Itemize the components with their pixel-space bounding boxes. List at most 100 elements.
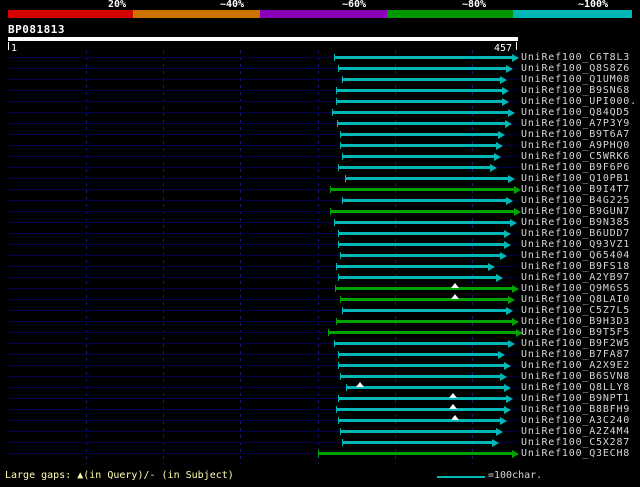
hit-span-bar[interactable] [338, 67, 506, 70]
hit-label[interactable]: UniRef100_B9FS18 [521, 261, 630, 272]
right-arrow-icon [505, 120, 512, 128]
hit-span-bar[interactable] [338, 232, 504, 235]
hit-label[interactable]: UniRef100_A2X9E2 [521, 360, 630, 371]
hit-span-bar[interactable] [338, 243, 504, 246]
alignment-row: UniRef100_Q8LLY8 [0, 382, 640, 393]
hit-span-bar[interactable] [336, 89, 502, 92]
hit-label[interactable]: UniRef100_C5X287 [521, 437, 630, 448]
alignment-row: UniRef100_Q65404 [0, 250, 640, 261]
hit-label[interactable]: UniRef100_A9PHQ0 [521, 140, 630, 151]
hit-span-bar[interactable] [342, 78, 500, 81]
hit-start-tick [342, 197, 343, 204]
hit-label[interactable]: UniRef100_B9GUN7 [521, 206, 630, 217]
hit-label[interactable]: UniRef100_B9F2W5 [521, 338, 630, 349]
hit-label[interactable]: UniRef100_B9H3D3 [521, 316, 630, 327]
hit-label[interactable]: UniRef100_Q10PB1 [521, 173, 630, 184]
hit-span-bar[interactable] [338, 353, 498, 356]
hit-span-bar[interactable] [338, 276, 496, 279]
hit-span-bar[interactable] [336, 408, 504, 411]
hit-label[interactable]: UniRef100_B9NPT1 [521, 393, 630, 404]
hit-span-bar[interactable] [338, 419, 500, 422]
alignment-row: UniRef100_A2Z4M4 [0, 426, 640, 437]
query-gap-triangle-icon [356, 382, 364, 387]
hit-label[interactable]: UniRef100_B9T5F5 [521, 327, 630, 338]
hit-label[interactable]: UniRef100_Q8LLY8 [521, 382, 630, 393]
hit-span-bar[interactable] [338, 166, 490, 169]
hit-span-bar[interactable] [340, 375, 500, 378]
hit-label[interactable]: UniRef100_B9T6A7 [521, 129, 630, 140]
key-label: ~40% [220, 0, 245, 10]
hit-start-tick [340, 252, 341, 259]
hit-label[interactable]: UniRef100_B9F6P6 [521, 162, 630, 173]
hit-label[interactable]: UniRef100_B4G225 [521, 195, 630, 206]
hit-label[interactable]: UniRef100_A7P3Y9 [521, 118, 630, 129]
hit-label[interactable]: UniRef100_B6UDD7 [521, 228, 630, 239]
hit-label[interactable]: UniRef100_Q8S8Z6 [521, 63, 630, 74]
hit-span-bar[interactable] [330, 188, 514, 191]
hit-label[interactable]: UniRef100_B9N385 [521, 217, 630, 228]
hit-span-bar[interactable] [337, 122, 505, 125]
right-arrow-icon [502, 87, 509, 95]
right-arrow-icon [514, 208, 521, 216]
hit-span-bar[interactable] [336, 265, 488, 268]
alignment-row: UniRef100_Q84QD5 [0, 107, 640, 118]
hit-span-bar[interactable] [336, 320, 512, 323]
hit-label[interactable]: UniRef100_A2YB97 [521, 272, 630, 283]
hit-span-bar[interactable] [334, 56, 512, 59]
alignment-row: UniRef100_A9PHQ0 [0, 140, 640, 151]
hit-span-bar[interactable] [328, 331, 516, 334]
hit-label[interactable]: UniRef100_Q84QD5 [521, 107, 630, 118]
hit-span-bar[interactable] [330, 210, 514, 213]
alignment-row: UniRef100_B4G225 [0, 195, 640, 206]
hit-span-bar[interactable] [334, 221, 510, 224]
hit-span-bar[interactable] [334, 342, 508, 345]
hit-label[interactable]: UniRef100_A2Z4M4 [521, 426, 630, 437]
hit-label[interactable]: UniRef100_Q3ECH8 [521, 448, 630, 459]
hit-label[interactable]: UniRef100_Q65404 [521, 250, 630, 261]
blast-alignment-overview: 20% ~40% ~60% ~80% ~100% BP081813 1 457 UniR… [0, 0, 640, 487]
hit-label[interactable]: UniRef100_Q93VZ1 [521, 239, 630, 250]
hit-span-bar[interactable] [342, 199, 506, 202]
hit-span-bar[interactable] [340, 430, 496, 433]
hit-start-tick [336, 98, 337, 105]
hit-span-bar[interactable] [318, 452, 512, 455]
hit-span-bar[interactable] [340, 144, 496, 147]
hit-label[interactable]: UniRef100_B7FA87 [521, 349, 630, 360]
hit-label[interactable]: UniRef100_Q8LAI0 [521, 294, 630, 305]
key-label: 20% [108, 0, 127, 10]
hit-label[interactable]: UniRef100_B6SVN8 [521, 371, 630, 382]
hit-span-bar[interactable] [338, 364, 504, 367]
right-arrow-icon [498, 351, 505, 359]
hit-span-bar[interactable] [342, 309, 506, 312]
hit-label[interactable]: UniRef100_Q1UM08 [521, 74, 630, 85]
hit-span-bar[interactable] [340, 254, 500, 257]
hit-label[interactable]: UniRef100_B9SN68 [521, 85, 630, 96]
hit-label[interactable]: UniRef100_A3C240 [521, 415, 630, 426]
hit-span-bar[interactable] [342, 441, 492, 444]
hit-label[interactable]: UniRef100_C5WRK6 [521, 151, 630, 162]
hit-span-bar[interactable] [340, 298, 508, 301]
alignment-row: UniRef100_C5Z7L5 [0, 305, 640, 316]
hit-span-bar[interactable] [335, 287, 512, 290]
hit-label[interactable]: UniRef100_Q9M6S5 [521, 283, 630, 294]
hit-span-bar[interactable] [336, 100, 502, 103]
hit-start-tick [338, 230, 339, 237]
hit-span-bar[interactable] [342, 155, 494, 158]
hit-start-tick [338, 395, 339, 402]
identity-80-segment [387, 10, 513, 18]
hit-label[interactable]: UniRef100_UPI000. [521, 96, 637, 107]
hit-span-bar[interactable] [345, 177, 508, 180]
hit-span-bar[interactable] [332, 111, 508, 114]
alignment-row: UniRef100_B8BFH9 [0, 404, 640, 415]
hit-span-bar[interactable] [346, 386, 504, 389]
hit-label[interactable]: UniRef100_B9I4T7 [521, 184, 630, 195]
hit-label[interactable]: UniRef100_B8BFH9 [521, 404, 630, 415]
hit-label[interactable]: UniRef100_C5Z7L5 [521, 305, 630, 316]
hit-label[interactable]: UniRef100_C6T8L3 [521, 52, 630, 63]
alignment-row: UniRef100_C5X287 [0, 437, 640, 448]
hit-span-bar[interactable] [340, 133, 498, 136]
alignment-row: UniRef100_B6SVN8 [0, 371, 640, 382]
alignment-row: UniRef100_A7P3Y9 [0, 118, 640, 129]
hit-span-bar[interactable] [338, 397, 506, 400]
alignment-row: UniRef100_Q9M6S5 [0, 283, 640, 294]
